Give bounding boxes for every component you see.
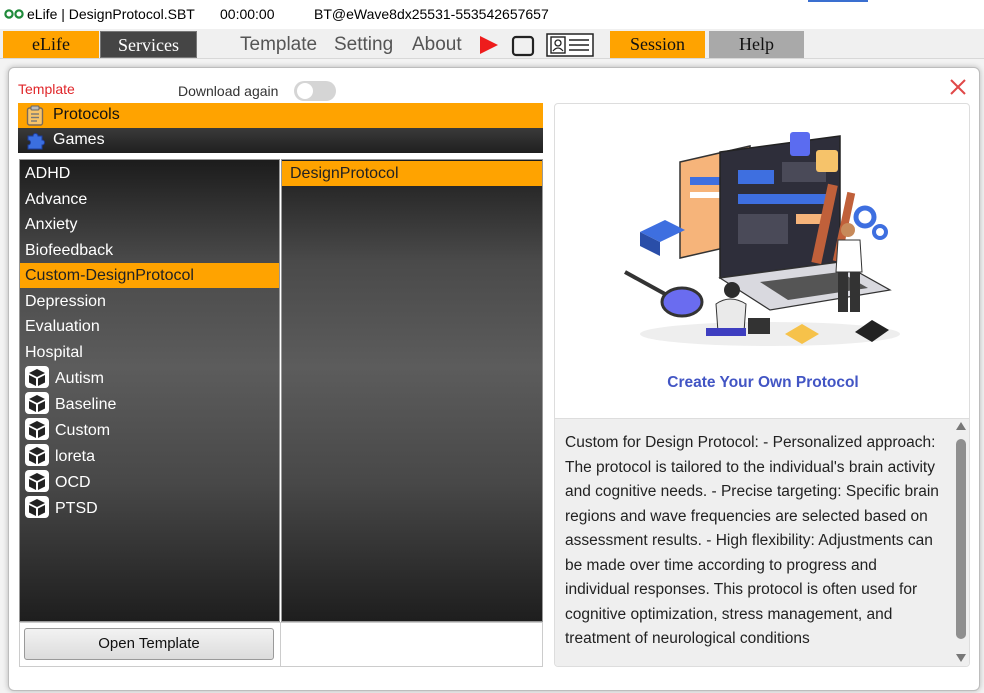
close-icon[interactable] (949, 78, 967, 96)
category-protocols[interactable]: Protocols (18, 103, 543, 128)
list-item-loreta[interactable]: loreta (20, 444, 279, 469)
download-again-toggle[interactable] (294, 81, 336, 101)
list-item-label: Baseline (55, 396, 117, 413)
box-icon (25, 418, 49, 441)
list-item-label: Autism (55, 370, 104, 387)
list-item-advance[interactable]: Advance (20, 187, 279, 212)
list-item-hospital[interactable]: Hospital (20, 340, 279, 365)
list-item-label: PTSD (55, 500, 98, 517)
menu-setting[interactable]: Setting (334, 32, 393, 58)
preview-panel: Create Your Own Protocol Custom for Desi… (554, 103, 970, 667)
box-icon (25, 470, 49, 493)
menu-template[interactable]: Template (240, 32, 317, 58)
scrollbar-thumb[interactable] (956, 439, 966, 639)
report-icon[interactable] (546, 33, 594, 57)
scroll-down-icon[interactable] (956, 654, 966, 662)
main-menubar: eLife Services Template Setting About Se… (0, 29, 984, 59)
scroll-up-icon[interactable] (956, 422, 966, 430)
list-item-label: loreta (55, 448, 96, 465)
description-scrollbar[interactable] (954, 422, 968, 666)
list-item-ocd[interactable]: OCD (20, 470, 279, 495)
template-dialog: Template Download again Protocols Games … (8, 67, 980, 691)
list-item-ptsd[interactable]: PTSD (20, 496, 279, 521)
preview-caption: Create Your Own Protocol (667, 374, 859, 391)
category-games-label: Games (53, 131, 105, 148)
category-games[interactable]: Games (18, 128, 543, 153)
download-again-label: Download again (178, 83, 279, 99)
list-item-anxiety[interactable]: Anxiety (20, 212, 279, 237)
play-icon[interactable] (479, 35, 499, 55)
menu-services[interactable]: Services (100, 31, 197, 58)
stop-icon[interactable] (511, 35, 535, 57)
window-titlebar: eLife | DesignProtocol.SBT 00:00:00 BT@e… (0, 0, 984, 29)
titlebar-accent-line (808, 0, 868, 2)
menu-about[interactable]: About (412, 32, 462, 58)
session-timer: 00:00:00 (220, 6, 275, 22)
list-item-biofeedback[interactable]: Biofeedback (20, 238, 279, 263)
app-title: eLife | DesignProtocol.SBT (27, 6, 195, 22)
list-item-adhd[interactable]: ADHD (20, 161, 279, 186)
box-icon (25, 392, 49, 415)
template-item-designprotocol[interactable]: DesignProtocol (282, 161, 542, 186)
infinity-icon (4, 9, 24, 19)
list-item-depression[interactable]: Depression (20, 289, 279, 314)
template-list: DesignProtocol (281, 159, 543, 622)
protocol-illustration (624, 132, 900, 346)
category-protocols-label: Protocols (53, 106, 120, 123)
box-icon (25, 366, 49, 389)
clipboard-icon (26, 105, 44, 126)
list-item-label: OCD (55, 474, 91, 491)
menu-help[interactable]: Help (709, 31, 804, 58)
toggle-knob (297, 83, 313, 99)
list-item-label: Custom (55, 422, 111, 439)
menu-elife[interactable]: eLife (3, 31, 99, 58)
box-icon (25, 496, 49, 519)
menu-session[interactable]: Session (610, 31, 705, 58)
list-item-evaluation[interactable]: Evaluation (20, 314, 279, 339)
list-item-baseline[interactable]: Baseline (20, 392, 279, 417)
list-item-custom-designprotocol[interactable]: Custom-DesignProtocol (20, 263, 279, 288)
footer-divider (280, 622, 281, 667)
list-item-autism[interactable]: Autism (20, 366, 279, 391)
dialog-title: Template (18, 81, 75, 97)
puzzle-icon (27, 133, 45, 150)
group-list: ADHD Advance Anxiety Biofeedback Custom-… (19, 159, 280, 622)
device-id: BT@eWave8dx25531-553542657657 (314, 6, 549, 22)
protocol-description: Custom for Design Protocol: - Personaliz… (555, 418, 969, 666)
box-icon (25, 444, 49, 467)
open-template-button[interactable]: Open Template (24, 628, 274, 660)
list-item-custom[interactable]: Custom (20, 418, 279, 443)
